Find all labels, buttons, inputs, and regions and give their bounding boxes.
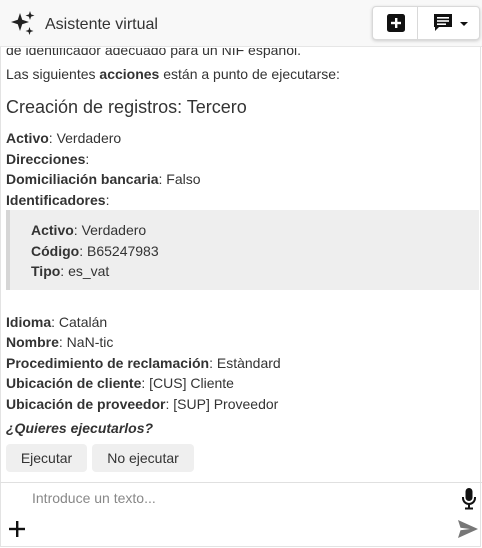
history-dropdown-button[interactable] xyxy=(418,7,480,39)
composer-divider xyxy=(0,482,482,483)
header-actions xyxy=(372,6,480,40)
field-procedimiento: Procedimiento de reclamación: Estàndard xyxy=(6,355,281,371)
identifiers-block: Activo: Verdadero Código: B65247983 Tipo… xyxy=(6,210,479,290)
field-direcciones: Direcciones: xyxy=(6,151,90,167)
field-domiciliacion: Domiciliación bancaria: Falso xyxy=(6,171,201,187)
confirmation-question: ¿Quieres ejecutarlos? xyxy=(6,420,154,436)
dont-execute-button[interactable]: No ejecutar xyxy=(92,444,194,472)
field-ubicacion-cliente: Ubicación de cliente: [CUS] Cliente xyxy=(6,375,234,391)
actions-intro: Las siguientes acciones están a punto de… xyxy=(6,66,340,82)
identifier-tipo: Tipo: es_vat xyxy=(31,263,110,279)
sparkles-icon xyxy=(11,11,35,35)
message-input[interactable] xyxy=(30,486,454,510)
comment-list-icon xyxy=(434,14,452,31)
microphone-icon[interactable] xyxy=(461,487,477,511)
identifier-activo: Activo: Verdadero xyxy=(31,222,147,238)
new-chat-button[interactable] xyxy=(373,7,417,39)
assistant-header: Asistente virtual xyxy=(0,0,482,47)
assistant-title: Asistente virtual xyxy=(45,16,158,33)
field-ubicacion-proveedor: Ubicación de proveedor: [SUP] Proveedor xyxy=(6,396,279,412)
field-activo: Activo: Verdadero xyxy=(6,130,122,146)
field-identificadores: Identificadores: xyxy=(6,192,110,208)
section-title: Creación de registros: Tercero xyxy=(6,97,247,117)
identifier-codigo: Código: B65247983 xyxy=(31,243,159,259)
field-idioma: Idioma: Catalán xyxy=(6,314,108,330)
field-nombre: Nombre: NaN-tic xyxy=(6,334,114,350)
execute-button[interactable]: Ejecutar xyxy=(6,444,87,472)
caret-down-icon xyxy=(460,22,468,26)
plus-square-icon xyxy=(387,14,405,32)
plus-icon[interactable] xyxy=(8,520,26,538)
send-icon[interactable] xyxy=(457,519,479,539)
